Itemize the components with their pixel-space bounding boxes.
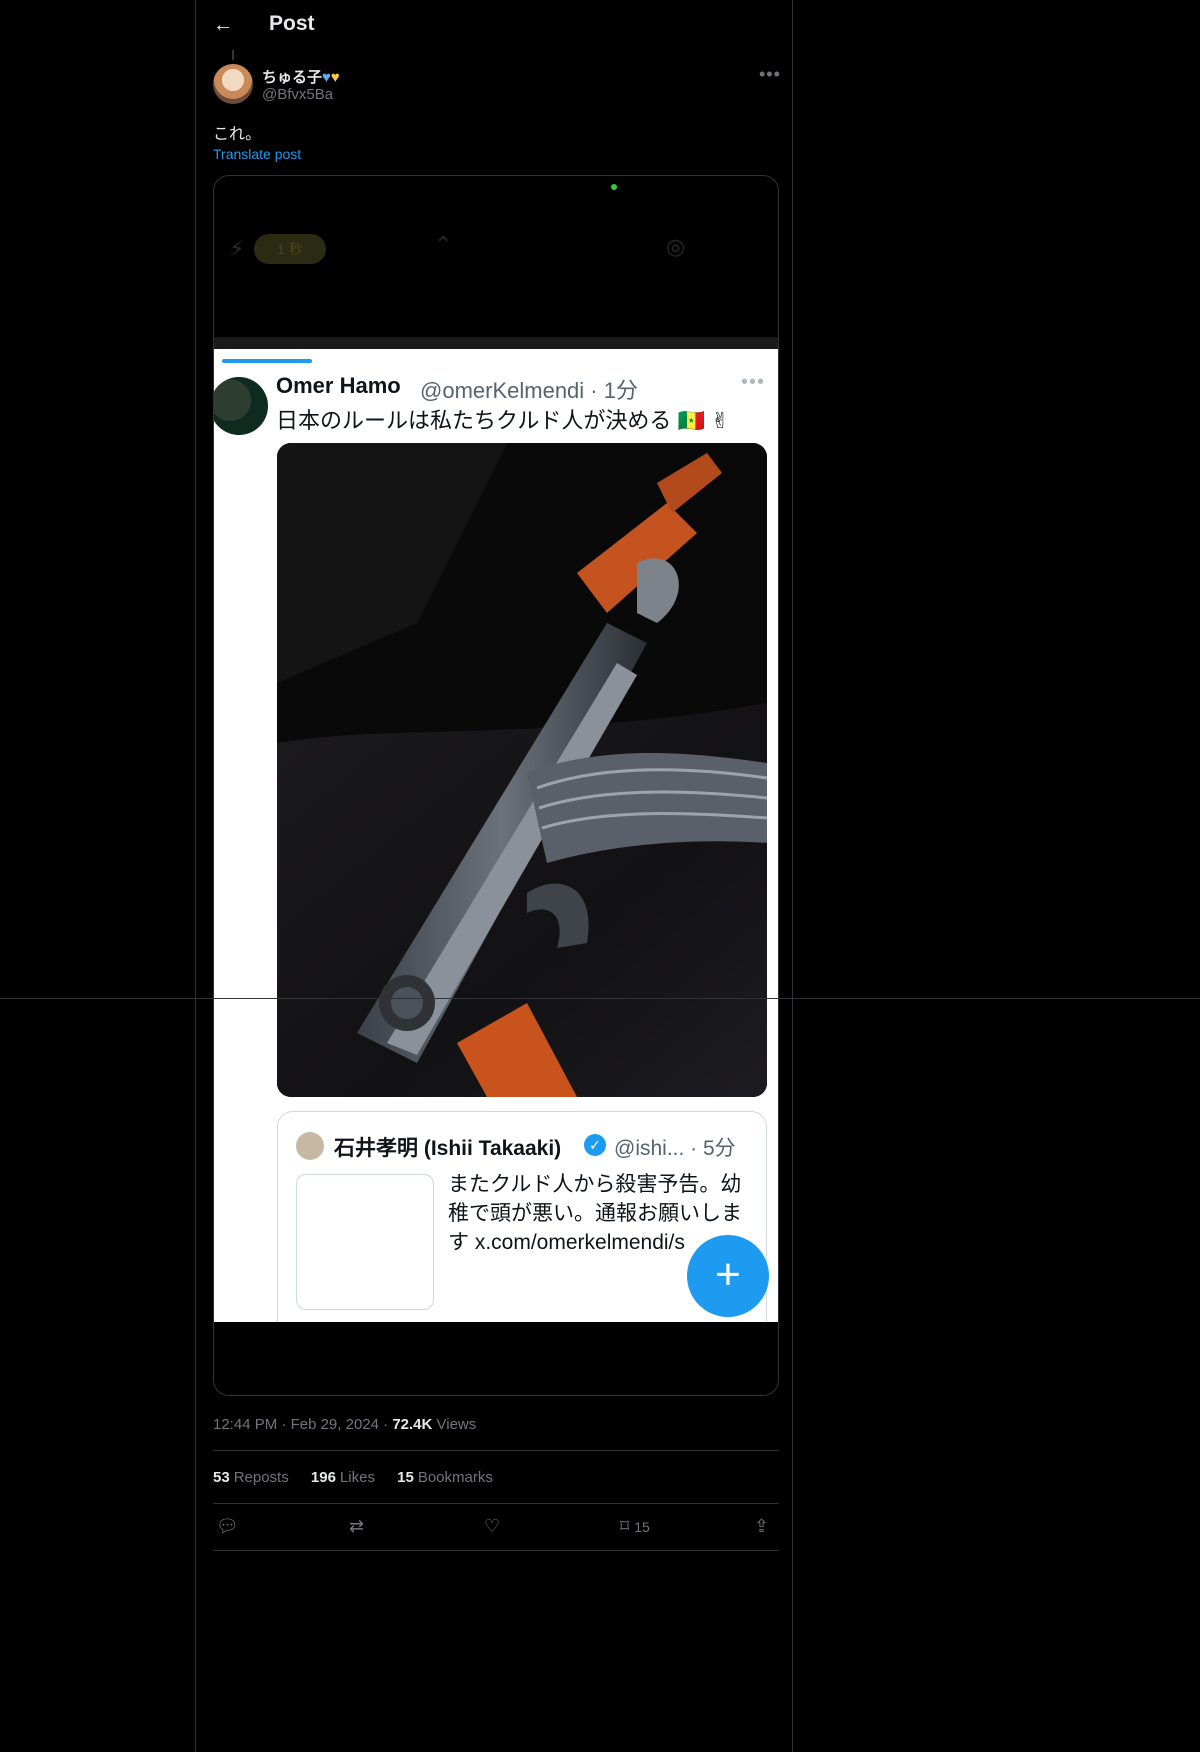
translate-post-link[interactable]: Translate post <box>213 146 301 162</box>
embedded-screenshot: Omer Hamo @omerKelmendi · 1分 ••• 日本のルールは… <box>214 349 778 1322</box>
live-photo-off-icon: ◎ <box>666 234 686 259</box>
author-handle[interactable]: @Bfvx5Ba <box>262 86 333 103</box>
screenshot-top-band <box>214 337 778 349</box>
reposts-stat[interactable]: 53 Reposts <box>213 1469 289 1486</box>
divider-2 <box>213 1503 779 1504</box>
quoted-avatar <box>296 1132 324 1160</box>
chevron-up-icon: ⌃ <box>434 232 453 257</box>
quoted-name: 石井孝明 (Ishii Takaaki) <box>334 1137 562 1160</box>
post-time[interactable]: 12:44 PM <box>213 1416 277 1433</box>
verified-badge-icon: ✓ <box>584 1134 606 1156</box>
back-arrow-icon[interactable]: ← <box>213 14 235 36</box>
inner-more-icon: ••• <box>741 371 766 393</box>
engagement-stats: 53 Reposts 196 Likes 15 Bookmarks <box>213 1469 511 1486</box>
post-text: これ。 <box>213 126 262 143</box>
bookmark-button[interactable]: ⌑ 15 <box>620 1516 650 1537</box>
flash-off-icon: ⚡ <box>229 236 245 261</box>
inner-post-text: 日本のルールは私たちクルド人が決める 🇸🇳 ✌ <box>276 408 730 433</box>
yellow-heart-icon: ♥ <box>330 69 340 86</box>
post-meta: 12:44 PM · Feb 29, 2024 · 72.4K Views <box>213 1416 477 1433</box>
camera-indicator-dot <box>611 184 617 190</box>
author-display-name[interactable]: ちゅる子♥♥ <box>262 66 340 87</box>
inner-post-handle: @omerKelmendi · 1分 <box>420 378 638 403</box>
views-label: Views <box>436 1416 477 1433</box>
divider-3 <box>213 1550 779 1551</box>
inner-post-avatar <box>214 377 268 435</box>
camera-timer-badge: 1 秒 <box>254 234 326 264</box>
share-icon[interactable]: ⇪ <box>754 1516 769 1537</box>
primary-column: ← Post ちゅる子♥♥ @Bfvx5Ba ••• これ。 Translate… <box>195 0 793 1752</box>
blue-heart-icon: ♥ <box>322 69 331 86</box>
author-avatar[interactable] <box>213 64 253 104</box>
repost-icon[interactable]: ⇄ <box>349 1516 364 1537</box>
compose-plus-icon: + <box>687 1235 769 1317</box>
page-title: Post <box>269 12 315 35</box>
views-count: 72.4K <box>392 1416 433 1433</box>
like-icon[interactable]: ♡ <box>484 1516 500 1537</box>
more-options-icon[interactable]: ••• <box>759 64 781 85</box>
post-date[interactable]: Feb 29, 2024 <box>291 1416 379 1433</box>
inner-post-name: Omer Hamo <box>276 373 401 398</box>
quoted-thumbnail <box>296 1174 434 1310</box>
quoted-handle: @ishi... · 5分 <box>614 1137 736 1160</box>
story-progress-bar <box>222 359 312 363</box>
likes-stat[interactable]: 196 Likes <box>311 1469 375 1486</box>
bookmarks-stat[interactable]: 15 Bookmarks <box>397 1469 493 1486</box>
bookmark-count: 15 <box>634 1519 650 1535</box>
thread-connector <box>232 50 234 60</box>
divider-1 <box>213 1450 779 1451</box>
reply-icon[interactable]: 💬︎ <box>216 1516 239 1537</box>
bookmark-icon: ⌑ <box>620 1516 630 1536</box>
horizontal-guide-line <box>0 998 1200 999</box>
author-name-text: ちゅる子 <box>262 69 323 86</box>
